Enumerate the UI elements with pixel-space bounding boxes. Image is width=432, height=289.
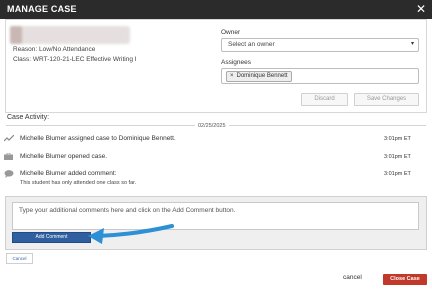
annotation-arrow-icon: [88, 224, 174, 244]
cancel-link[interactable]: cancel: [343, 274, 362, 281]
close-case-button[interactable]: Close Case: [383, 274, 427, 285]
cancel-small-button[interactable]: Cancel: [6, 253, 33, 264]
